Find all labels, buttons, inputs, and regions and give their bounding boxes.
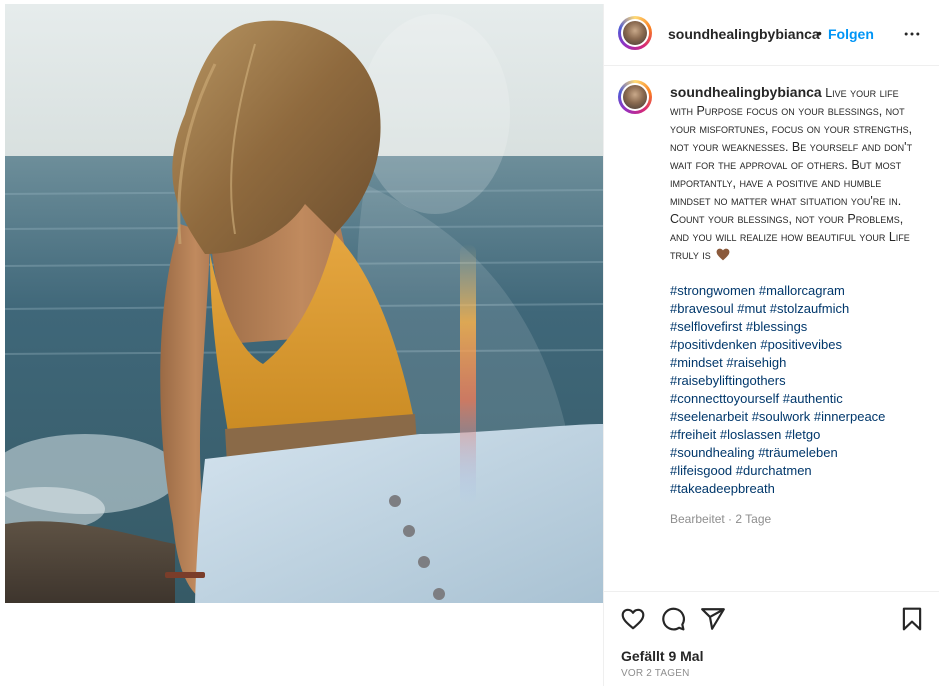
caption-avatar[interactable] bbox=[618, 80, 652, 114]
hashtag-link[interactable]: #lifeisgood bbox=[670, 463, 732, 478]
hashtag-line: #connecttoyourself #authentic bbox=[670, 390, 916, 408]
avatar-ring-inner bbox=[621, 19, 649, 47]
edited-timestamp: Bearbeitet · 2 Tage bbox=[670, 512, 772, 526]
hashtag-line: #positivdenken #positivevibes bbox=[670, 336, 916, 354]
likes-count[interactable]: Gefällt 9 Mal bbox=[621, 648, 703, 664]
hashtag-link[interactable]: #strongwomen bbox=[670, 283, 755, 298]
post-header: soundhealingbybianca • Folgen bbox=[604, 4, 939, 66]
heart-icon[interactable] bbox=[620, 606, 646, 632]
hashtag-link[interactable]: #mut bbox=[737, 301, 766, 316]
hashtag-link[interactable]: #träumeleben bbox=[758, 445, 838, 460]
hashtag-link[interactable]: #takeadeepbreath bbox=[670, 481, 775, 496]
share-icon[interactable] bbox=[700, 606, 726, 632]
hashtag-line: #mindset #raisehigh bbox=[670, 354, 916, 372]
bookmark-icon[interactable] bbox=[899, 606, 925, 632]
separator-dot: • bbox=[817, 25, 822, 41]
comment-icon[interactable] bbox=[660, 606, 686, 632]
hashtag-line: #raisebyliftingothers bbox=[670, 372, 916, 390]
post-side-panel: soundhealingbybianca • Folgen soundheali… bbox=[603, 4, 939, 686]
instagram-post-view: soundhealingbybianca • Folgen soundheali… bbox=[0, 0, 939, 686]
post-date: VOR 2 TAGEN bbox=[621, 668, 690, 679]
hashtag-link[interactable]: #raisehigh bbox=[726, 355, 786, 370]
hashtag-link[interactable]: #selflovefirst bbox=[670, 319, 742, 334]
hashtag-link[interactable]: #bravesoul bbox=[670, 301, 734, 316]
hashtag-link[interactable]: #authentic bbox=[783, 391, 843, 406]
hashtag-line: #seelenarbeit #soulwork #innerpeace bbox=[670, 408, 916, 426]
hashtag-link[interactable]: #stolzaufmich bbox=[770, 301, 849, 316]
hashtag-link[interactable]: #innerpeace bbox=[814, 409, 886, 424]
avatar-image bbox=[623, 85, 647, 109]
hashtag-link[interactable]: #blessings bbox=[746, 319, 807, 334]
hashtag-link[interactable]: #connecttoyourself bbox=[670, 391, 779, 406]
caption-body: soundhealingbybianca Live your life with… bbox=[670, 83, 916, 528]
hashtag-line: #freiheit #loslassen #letgo bbox=[670, 426, 916, 444]
hashtag-link[interactable]: #soundhealing bbox=[670, 445, 755, 460]
hashtag-line: #lifeisgood #durchatmen bbox=[670, 462, 916, 480]
hashtag-line: #soundhealing #träumeleben bbox=[670, 444, 916, 462]
hashtag-link[interactable]: #letgo bbox=[785, 427, 820, 442]
caption-username[interactable]: soundhealingbybianca bbox=[670, 84, 822, 100]
post-username[interactable]: soundhealingbybianca bbox=[668, 26, 820, 42]
hashtag-line: #takeadeepbreath bbox=[670, 480, 916, 498]
photo-illustration bbox=[5, 4, 603, 603]
avatar-ring-inner bbox=[621, 83, 649, 111]
caption-section: soundhealingbybianca Live your life with… bbox=[604, 66, 939, 590]
hashtag-link[interactable]: #positivevibes bbox=[760, 337, 842, 352]
profile-avatar[interactable] bbox=[618, 16, 652, 50]
hashtag-link[interactable]: #positivdenken bbox=[670, 337, 757, 352]
hashtags: #strongwomen #mallorcagram #bravesoul #m… bbox=[670, 282, 916, 498]
follow-button[interactable]: Folgen bbox=[828, 26, 874, 42]
more-horizontal-icon[interactable] bbox=[902, 24, 922, 44]
hashtag-line: #strongwomen #mallorcagram bbox=[670, 282, 916, 300]
hashtag-link[interactable]: #durchatmen bbox=[736, 463, 812, 478]
avatar-image bbox=[623, 21, 647, 45]
hashtag-link[interactable]: #soulwork bbox=[752, 409, 811, 424]
post-actions: Gefällt 9 Mal VOR 2 TAGEN bbox=[604, 591, 939, 687]
hashtag-link[interactable]: #freiheit bbox=[670, 427, 716, 442]
hashtag-link[interactable]: #mindset bbox=[670, 355, 723, 370]
hashtag-link[interactable]: #loslassen bbox=[720, 427, 781, 442]
post-photo[interactable] bbox=[5, 4, 603, 603]
caption-text: Live your life with Purpose focus on you… bbox=[670, 86, 913, 262]
hashtag-line: #selflovefirst #blessings bbox=[670, 318, 916, 336]
hashtag-line: #bravesoul #mut #stolzaufmich bbox=[670, 300, 916, 318]
brown-heart-icon bbox=[716, 248, 730, 261]
hashtag-link[interactable]: #mallorcagram bbox=[759, 283, 845, 298]
hashtag-link[interactable]: #seelenarbeit bbox=[670, 409, 748, 424]
hashtag-link[interactable]: #raisebyliftingothers bbox=[670, 373, 786, 388]
